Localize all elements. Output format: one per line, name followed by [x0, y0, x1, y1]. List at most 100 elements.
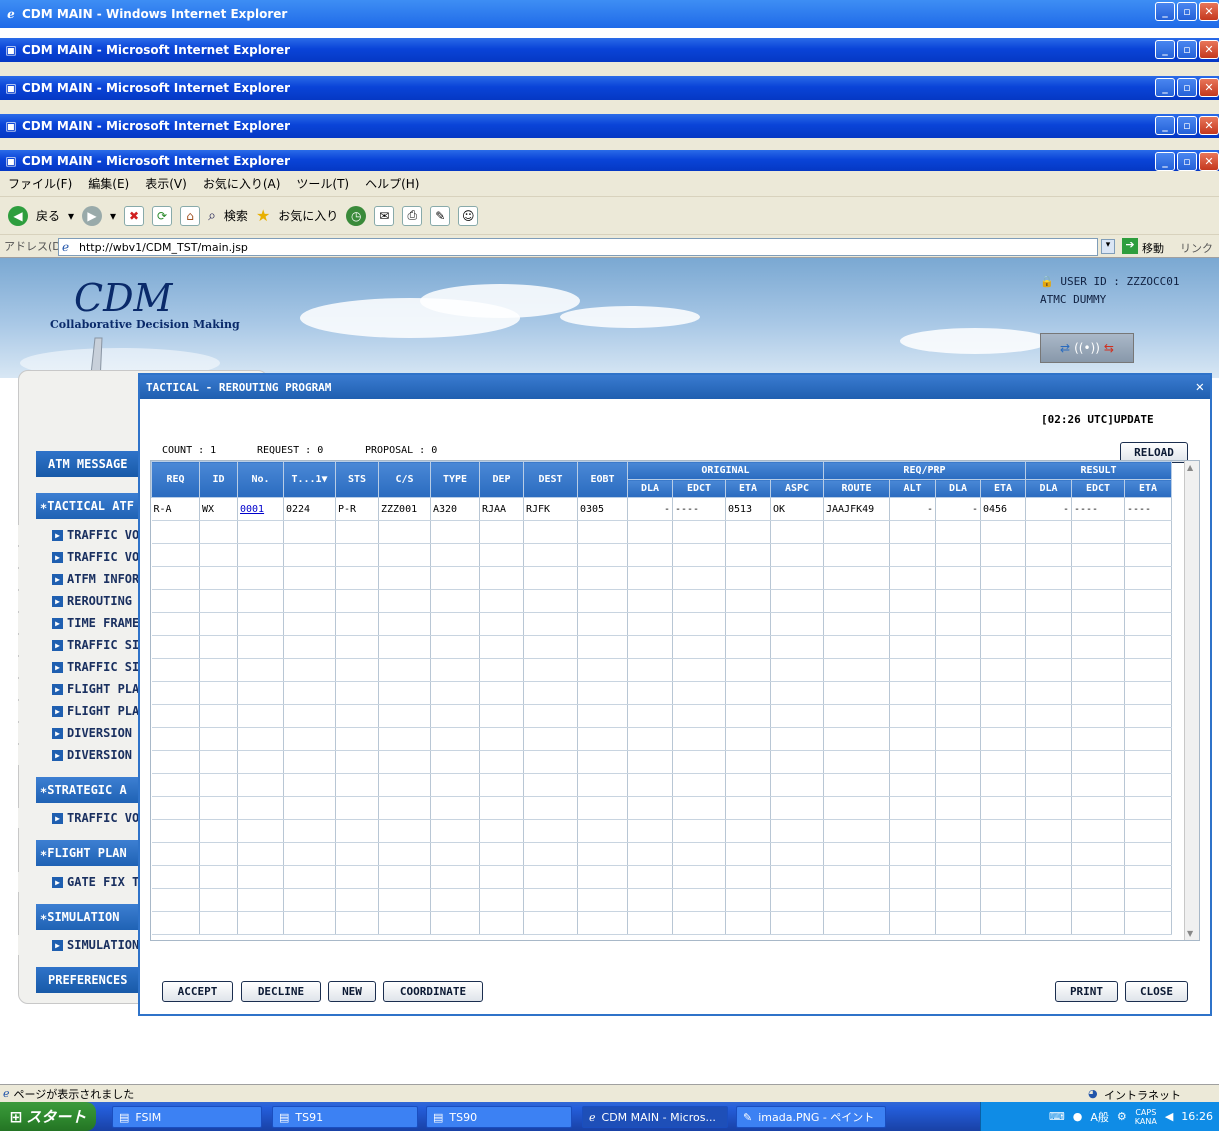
- back-icon[interactable]: ◀: [8, 205, 28, 226]
- col-header[interactable]: DEST: [523, 461, 578, 498]
- scroll-up-icon[interactable]: ▲: [1187, 463, 1193, 472]
- minimize-icon[interactable]: _: [1155, 40, 1175, 59]
- sidebar-item[interactable]: ▶ TRAFFIC VO: [18, 808, 140, 828]
- sidebar-item[interactable]: ▶ FLIGHT PLA: [18, 679, 140, 699]
- sidebar-item[interactable]: ▶ GATE FIX T: [18, 872, 140, 892]
- minimize-icon[interactable]: _: [1155, 116, 1175, 135]
- coordinate-button[interactable]: COORDINATE: [383, 981, 483, 1002]
- col-header[interactable]: DLA: [1025, 479, 1072, 498]
- sidebar-item[interactable]: ▶ TRAFFIC SI: [18, 657, 140, 677]
- sidebar-atm-message[interactable]: ATM MESSAGE: [36, 451, 140, 477]
- messenger-icon[interactable]: ☺: [458, 205, 479, 226]
- stop-icon[interactable]: ✖: [124, 205, 145, 226]
- mail-icon[interactable]: ✉: [374, 205, 395, 226]
- favorites-icon[interactable]: ★: [256, 206, 270, 225]
- sidebar-item[interactable]: ▶ SIMULATION: [18, 935, 140, 955]
- sidebar-flight-plan-header[interactable]: ∗FLIGHT PLAN: [36, 840, 140, 866]
- keyboard-icon[interactable]: ⌨: [1049, 1110, 1065, 1123]
- go-label[interactable]: 移動: [1142, 240, 1164, 256]
- task-fsim[interactable]: ▤ FSIM: [112, 1106, 262, 1128]
- sidebar-item[interactable]: ▶ TRAFFIC VO: [18, 547, 140, 567]
- ime-tool-icon[interactable]: ⚙: [1117, 1110, 1127, 1123]
- sidebar-tactical-header[interactable]: ∗TACTICAL ATF: [36, 493, 140, 519]
- menu-help[interactable]: ヘルプ(H): [365, 175, 419, 192]
- col-header[interactable]: STS: [335, 461, 379, 498]
- maximize-icon[interactable]: ▫: [1177, 2, 1197, 21]
- task-ts90[interactable]: ▤ TS90: [426, 1106, 572, 1128]
- address-dropdown-icon[interactable]: ▾: [1101, 239, 1115, 254]
- col-header[interactable]: EDCT: [672, 479, 726, 498]
- task-paint[interactable]: ✎ imada.PNG - ペイント: [736, 1106, 886, 1128]
- dropdown-icon[interactable]: ▾: [68, 209, 74, 223]
- col-header[interactable]: EDCT: [1071, 479, 1125, 498]
- sidebar-item[interactable]: ▶ FLIGHT PLA: [18, 701, 140, 721]
- maximize-icon[interactable]: ▫: [1177, 116, 1197, 135]
- print-button[interactable]: PRINT: [1055, 981, 1118, 1002]
- sidebar-item[interactable]: ▶ DIVERSION: [18, 723, 140, 743]
- col-header[interactable]: ETA: [725, 479, 771, 498]
- maximize-icon[interactable]: ▫: [1177, 78, 1197, 97]
- ime-mode[interactable]: A般: [1090, 1109, 1109, 1125]
- sidebar-item[interactable]: ▶ TRAFFIC VO: [18, 525, 140, 545]
- ie7-title-bar[interactable]: ℯ CDM MAIN - Windows Internet Explorer _…: [0, 0, 1219, 28]
- col-header[interactable]: TYPE: [430, 461, 480, 498]
- volume-icon[interactable]: ◀: [1165, 1110, 1173, 1123]
- address-input[interactable]: ℯ http://wbv1/CDM_TST/main.jsp: [58, 238, 1098, 256]
- col-header[interactable]: DLA: [627, 479, 673, 498]
- col-header[interactable]: EOBT: [577, 461, 628, 498]
- close-icon[interactable]: ✕: [1199, 2, 1219, 21]
- col-header[interactable]: ALT: [889, 479, 936, 498]
- menu-file[interactable]: ファイル(F): [8, 175, 72, 192]
- menu-favorites[interactable]: お気に入り(A): [203, 175, 281, 192]
- go-icon[interactable]: ➔: [1122, 238, 1138, 254]
- table-cell[interactable]: 0001: [237, 497, 284, 521]
- connection-status-button[interactable]: ⇄ ((•)) ⇆: [1040, 333, 1134, 363]
- history-icon[interactable]: ◷: [346, 205, 367, 226]
- sidebar-item[interactable]: ▶ TIME FRAME: [18, 613, 140, 633]
- dropdown-icon[interactable]: ▾: [110, 209, 116, 223]
- task-ts91[interactable]: ▤ TS91: [272, 1106, 418, 1128]
- close-button[interactable]: CLOSE: [1125, 981, 1188, 1002]
- col-header[interactable]: ASPC: [770, 479, 824, 498]
- start-button[interactable]: ⊞ スタート: [0, 1102, 96, 1131]
- minimize-icon[interactable]: _: [1155, 78, 1175, 97]
- close-icon[interactable]: ✕: [1199, 116, 1219, 135]
- close-icon[interactable]: ✕: [1199, 152, 1219, 171]
- decline-button[interactable]: DECLINE: [241, 981, 321, 1002]
- table-scrollbar[interactable]: ▲ ▼: [1184, 461, 1199, 940]
- task-cdm-main[interactable]: ℯ CDM MAIN - Micros...: [582, 1106, 728, 1128]
- links-label[interactable]: リンク: [1180, 240, 1213, 256]
- maximize-icon[interactable]: ▫: [1177, 152, 1197, 171]
- edit-icon[interactable]: ✎: [430, 205, 451, 226]
- col-header[interactable]: C/S: [378, 461, 431, 498]
- home-icon[interactable]: ⌂: [180, 205, 201, 226]
- search-icon[interactable]: ⌕: [208, 208, 216, 224]
- col-header[interactable]: DLA: [935, 479, 981, 498]
- print-icon[interactable]: ⎙: [402, 205, 423, 226]
- refresh-icon[interactable]: ⟳: [152, 205, 173, 226]
- forward-icon[interactable]: ▶: [82, 205, 103, 226]
- sidebar-simulation-header[interactable]: ∗SIMULATION: [36, 904, 140, 930]
- accept-button[interactable]: ACCEPT: [162, 981, 233, 1002]
- ie-title-bar-4[interactable]: ▣ CDM MAIN - Microsoft Internet Explorer…: [0, 150, 1219, 171]
- sidebar-item[interactable]: ▶ REROUTING: [18, 591, 140, 611]
- network-icon[interactable]: ●: [1073, 1110, 1083, 1123]
- close-icon[interactable]: ✕: [1199, 40, 1219, 59]
- search-label[interactable]: 検索: [224, 207, 248, 224]
- menu-edit[interactable]: 編集(E): [88, 175, 129, 192]
- new-button[interactable]: NEW: [328, 981, 376, 1002]
- menu-view[interactable]: 表示(V): [145, 175, 187, 192]
- minimize-icon[interactable]: _: [1155, 2, 1175, 21]
- col-header[interactable]: ETA: [980, 479, 1026, 498]
- minimize-icon[interactable]: _: [1155, 152, 1175, 171]
- col-header[interactable]: T...1▼: [283, 461, 336, 498]
- sidebar-item[interactable]: ▶ TRAFFIC SI: [18, 635, 140, 655]
- sidebar-strategic-header[interactable]: ∗STRATEGIC A: [36, 777, 140, 803]
- table-row[interactable]: R-A WX 0001 0224 P-R ZZZ001 A320 RJAA RJFK 0305- -…: [151, 497, 1172, 521]
- favorites-label[interactable]: お気に入り: [278, 207, 338, 224]
- sidebar-item[interactable]: ▶ ATFM INFOR: [18, 569, 140, 589]
- scroll-down-icon[interactable]: ▼: [1187, 929, 1193, 938]
- col-header[interactable]: No.: [237, 461, 284, 498]
- clock[interactable]: 16:26: [1181, 1110, 1213, 1123]
- col-header[interactable]: ROUTE: [823, 479, 890, 498]
